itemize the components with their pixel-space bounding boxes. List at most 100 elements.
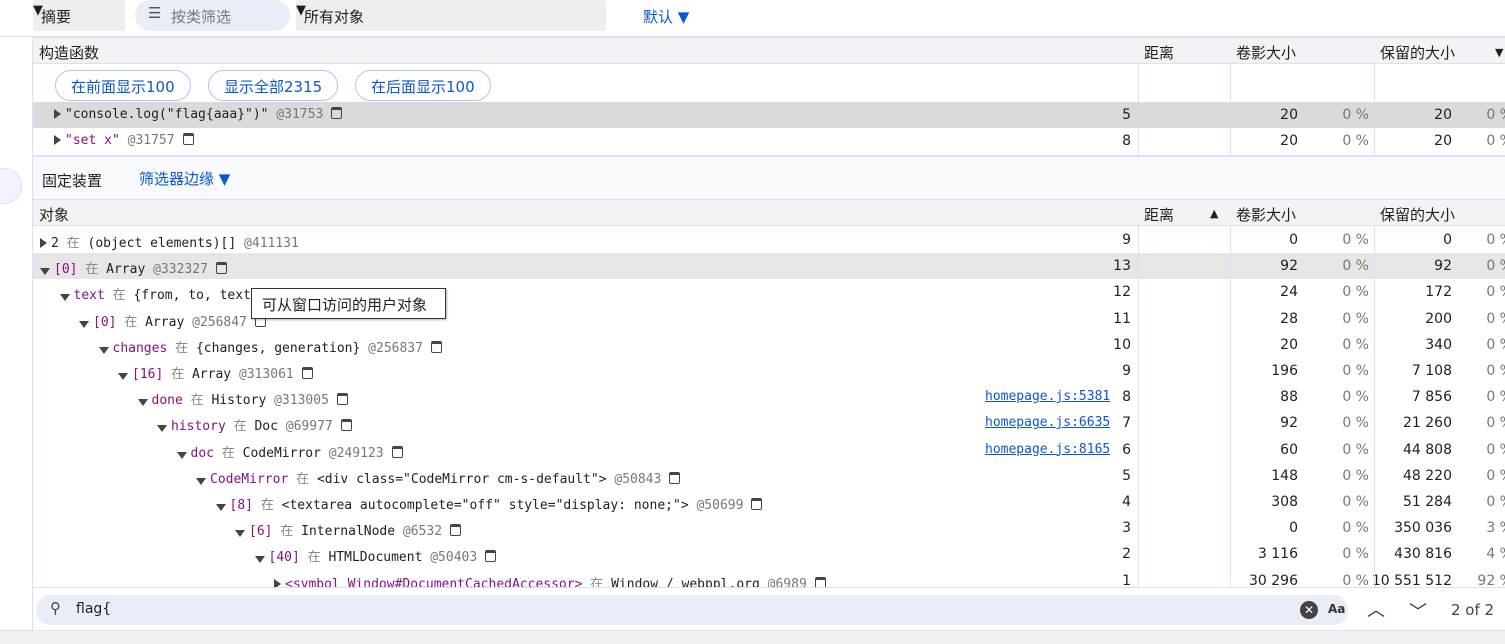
in-label: 在	[85, 262, 99, 278]
retained-size-cell: 7 856	[1411, 389, 1452, 406]
reveal-in-panel-icon[interactable]	[182, 133, 194, 145]
in-label: 在	[260, 498, 274, 513]
collapse-arrow-icon[interactable]	[196, 477, 206, 485]
reveal-in-panel-icon[interactable]	[814, 576, 826, 587]
retainers-grid: 对象 距离 ▲ 卷影大小 保留的大小 2 在 (object elements)…	[33, 199, 1505, 587]
retainer-row[interactable]: 2 在 (object elements)[] @411131 9 0 0 % 0 0 %	[33, 227, 1505, 253]
property-name: [0]	[54, 262, 78, 278]
shallow-size-cell: 0	[1289, 232, 1298, 248]
expand-arrow-icon[interactable]	[54, 109, 61, 119]
reveal-in-panel-icon[interactable]	[391, 445, 403, 458]
retainer-row[interactable]: <symbol Window#DocumentCachedAccessor> 在…	[33, 568, 1505, 587]
sidebar-handle[interactable]	[0, 168, 22, 204]
collapse-arrow-icon[interactable]	[98, 346, 109, 354]
retained-percent-cell: 0 %	[1486, 232, 1505, 248]
in-label: 在	[171, 367, 185, 382]
reveal-in-panel-icon[interactable]	[336, 393, 348, 406]
collapse-arrow-icon[interactable]	[254, 556, 265, 564]
collapse-arrow-icon[interactable]	[157, 425, 167, 433]
collapse-arrow-icon[interactable]	[79, 320, 89, 328]
distance-cell: 12	[1113, 284, 1131, 301]
header-constructor[interactable]: 构造函数	[39, 42, 99, 63]
shallow-size-cell: 196	[1271, 363, 1298, 379]
object-name: HTMLDocument	[328, 550, 423, 566]
retainer-row[interactable]: [0] 在 Array @332327 13 92 0 % 92 0 %	[33, 253, 1505, 280]
row-name: text 在 {from, to, text	[59, 284, 251, 304]
constructor-row[interactable]: "set x" @31757 8 20 0 % 20 0 %	[33, 128, 1505, 154]
string-value: "console.log("flag{aaa}")"	[65, 107, 269, 122]
show-all-button[interactable]: 显示全部2315	[208, 70, 339, 101]
retainer-row[interactable]: doc 在 CodeMirror @249123 homepage.js:8165…	[33, 437, 1505, 463]
retainer-row[interactable]: CodeMirror 在 <div class="CodeMirror cm-s…	[33, 463, 1505, 489]
expand-arrow-icon[interactable]	[274, 578, 281, 587]
reveal-in-panel-icon[interactable]	[215, 262, 227, 275]
next-match-icon[interactable]: ﹀	[1409, 598, 1427, 624]
search-input[interactable]: ⚲ flag{ ✕ Aa	[36, 595, 1348, 625]
retainer-row[interactable]: [8] 在 <textarea autocomplete="off" style…	[33, 489, 1505, 515]
collapse-arrow-icon[interactable]	[176, 451, 187, 459]
expand-arrow-icon[interactable]	[54, 135, 61, 145]
row-name: changes 在 {changes, generation} @256837	[98, 337, 442, 356]
expand-arrow-icon[interactable]	[40, 238, 47, 248]
shallow-percent-cell: 0 %	[1342, 520, 1369, 537]
collapse-arrow-icon[interactable]	[137, 399, 148, 407]
in-label: 在	[307, 550, 321, 566]
distance-cell: 8	[1122, 389, 1131, 406]
sort-mode-select[interactable]: 默认 ▼	[643, 6, 689, 27]
source-link[interactable]: homepage.js:6635	[985, 415, 1110, 430]
property-name: done	[151, 393, 183, 409]
shallow-percent-cell: 0 %	[1342, 389, 1369, 406]
view-select[interactable]: ▼ 摘要	[33, 0, 125, 31]
previous-match-icon[interactable]: ︿	[1367, 596, 1385, 622]
header-retained-size[interactable]: 保留的大小	[1380, 204, 1455, 225]
object-id: @256837	[368, 340, 423, 356]
objects-scope-select[interactable]: ▼ 所有对象	[296, 0, 606, 31]
distance-cell: 6	[1122, 441, 1131, 458]
filter-edges-select[interactable]: 筛选器边缘 ▼	[139, 168, 230, 189]
reveal-in-panel-icon[interactable]	[485, 550, 497, 563]
chevron-down-icon: ▼	[218, 170, 231, 188]
collapse-arrow-icon[interactable]	[40, 268, 50, 276]
property-name: text	[73, 288, 105, 304]
retainer-row[interactable]: history 在 Doc @69977 homepage.js:6635 7 92 0…	[33, 410, 1505, 436]
in-label: 在	[124, 314, 138, 330]
filter-icon: ☰	[148, 4, 162, 22]
match-case-toggle[interactable]: Aa	[1328, 602, 1345, 616]
reveal-in-panel-icon[interactable]	[430, 340, 442, 353]
collapse-arrow-icon[interactable]	[215, 504, 226, 511]
collapse-arrow-icon[interactable]	[59, 294, 70, 302]
show-previous-100-button[interactable]: 在前面显示100	[55, 70, 191, 101]
row-name: [8] 在 <textarea autocomplete="off" style…	[215, 494, 763, 513]
retainer-row[interactable]: changes 在 {changes, generation} @256837 1…	[33, 332, 1505, 358]
reveal-in-panel-icon[interactable]	[331, 107, 343, 119]
retained-percent-cell: 0 %	[1486, 467, 1505, 484]
header-distance[interactable]: 距离	[1144, 42, 1174, 63]
object-name: History	[211, 393, 267, 409]
header-object[interactable]: 对象	[39, 204, 69, 225]
retainer-row[interactable]: [40] 在 HTMLDocument @50403 2 3 116 0 % 430 8…	[33, 541, 1505, 567]
class-filter-input[interactable]: ☰ 按类筛选	[135, 0, 290, 31]
reveal-in-panel-icon[interactable]	[340, 419, 352, 432]
reveal-in-panel-icon[interactable]	[669, 471, 681, 484]
header-shallow-size[interactable]: 卷影大小	[1236, 204, 1296, 225]
retainer-row[interactable]: [6] 在 InternalNode @6532 3 0 0 % 350 036 3 %	[33, 515, 1505, 541]
clear-search-icon[interactable]: ✕	[1300, 601, 1318, 619]
collapse-arrow-icon[interactable]	[235, 530, 245, 538]
source-link[interactable]: homepage.js:8165	[985, 442, 1110, 457]
in-label: 在	[190, 393, 204, 409]
retainer-row[interactable]: done 在 History @313005 homepage.js:5381 8 8…	[33, 384, 1505, 410]
reveal-in-panel-icon[interactable]	[301, 367, 313, 379]
retainer-row[interactable]: [16] 在 Array @313061 9 196 0 % 7 108 0 %	[33, 358, 1505, 384]
reveal-in-panel-icon[interactable]	[450, 524, 462, 537]
source-link[interactable]: homepage.js:5381	[985, 389, 1110, 404]
header-distance[interactable]: 距离	[1144, 204, 1174, 225]
row-name: 2 在 (object elements)[] @411131	[40, 232, 299, 251]
constructor-row[interactable]: "console.log("flag{aaa}")" @31753 5 20 0 % 2…	[33, 102, 1505, 128]
shallow-size-cell: 20	[1280, 336, 1298, 353]
header-retained-size[interactable]: 保留的大小	[1380, 42, 1455, 63]
collapse-arrow-icon[interactable]	[118, 373, 128, 380]
show-next-100-button[interactable]: 在后面显示100	[355, 70, 491, 101]
tooltip: 可从窗口访问的用户对象	[251, 288, 446, 319]
header-shallow-size[interactable]: 卷影大小	[1236, 42, 1296, 63]
reveal-in-panel-icon[interactable]	[751, 498, 763, 510]
